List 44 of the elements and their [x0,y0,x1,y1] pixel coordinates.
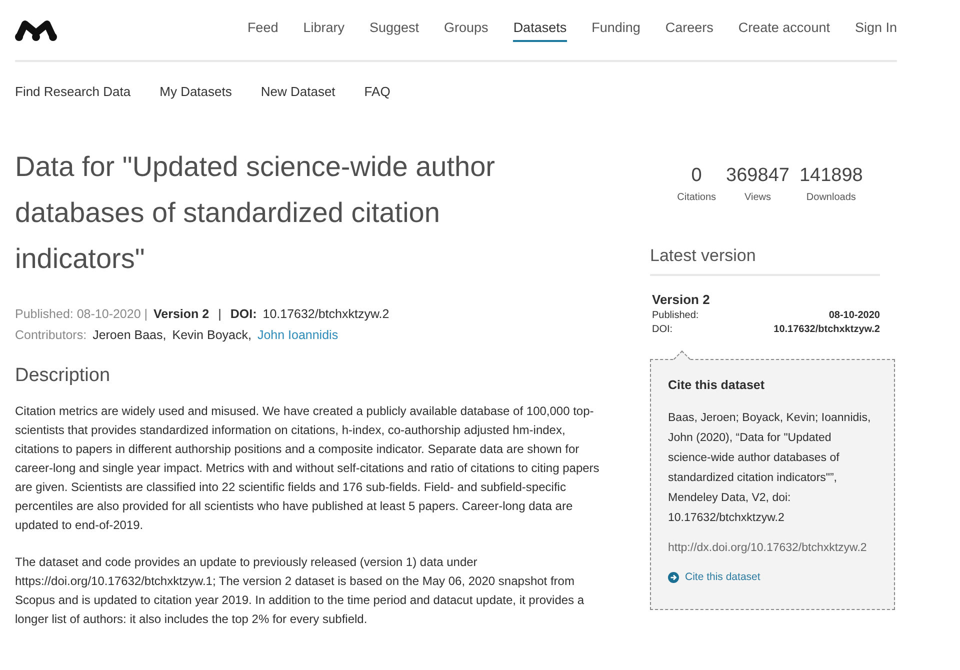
contributor-name: Kevin Boyack, [172,326,252,344]
stat-value: 0 [691,164,702,188]
nav-link[interactable]: Funding [592,18,640,42]
stat-value: 141898 [799,164,863,188]
info-value: 10.17632/btchxktzyw.2 [774,322,880,336]
info-value: 08-10-2020 [828,308,880,322]
doi-url: http://dx.doi.org/10.17632/btchxktzyw.2 [668,541,868,556]
contributor-link[interactable]: John Ioannidis [257,324,338,346]
nav-link[interactable]: Groups [444,18,488,42]
arrow-circle-icon [668,572,679,583]
stat-value: 369847 [726,164,790,188]
info-label: DOI: [652,322,673,336]
version-title: Version 2 [652,292,711,306]
nav-link[interactable]: Sign In [854,18,897,42]
nav-link[interactable]: Datasets [513,18,567,42]
contributor-name: Jeroen Baas, [92,326,166,344]
nav-link[interactable]: Careers [665,18,714,42]
subnav-link[interactable]: My Datasets [160,82,232,102]
contributors-label: Contributors: [15,326,87,344]
version-label: Version 2 [154,306,210,322]
nav-link[interactable]: Suggest [369,18,420,42]
description-paragraph: Citation metrics are widely used and misused. We have created a publicly available database of 100,000 top-scientists that provides standardized information on citations, h-index, co-authorship adjusted hm-index, citations to papers in different authorship positions and a composite indicator. Separate data are shown for career-long and single year impact. Metrics with and without self-citations and ratio of citations to citing papers are given. Scientists are classified into 22 scientific fields and 176 sub-fields. Field- and subfield-specific percentiles are also provided for all scientists who have published at least 5 papers. Career-long data are updated to end-of-2019. [15,403,600,534]
cite-link[interactable]: Cite this dataset [668,570,877,586]
separator: | [218,306,222,323]
subnav-link[interactable]: FAQ [364,82,390,102]
dataset-title: Data for "Updated science-wide author databases of standardized citation indicators" [15,150,496,276]
doi-value: 10.17632/btchxktzyw.2 [262,306,390,323]
description-heading: Description [15,364,112,388]
published-date: Published: 08-10-2020 | [15,306,148,323]
subnav-link[interactable]: Find Research Data [15,82,131,102]
latest-version-heading: Latest version [650,243,880,276]
stat-label: Views [744,191,771,205]
stat-label: Downloads [806,191,856,205]
citation-text: Baas, Jeroen; Boyack, Kevin; Ioannidis, John (2020), “Data for "Updated science-wide author databases of standardized citation indicators"”, Mendeley Data, V2, doi: 10.17632/btchxktzyw.2 [668,411,872,526]
nav-link[interactable]: Create account [738,18,830,42]
subnav-link[interactable]: New Dataset [260,82,336,102]
doi-label: DOI: [230,306,257,322]
stat-label: Citations [677,191,716,205]
cite-heading: Cite this dataset [668,376,766,394]
nav-link[interactable]: Feed [247,18,278,42]
logo-icon[interactable] [15,19,57,41]
nav-link[interactable]: Library [303,18,344,42]
info-label: Published: [652,308,699,322]
description-paragraph: The dataset and code provides an update to previously released (version 1) data under https://doi.org/10.17632/btchxktzyw.1; The version 2 dataset is based on the May 06, 2020 snapshot from Scopus and is updated to citation year 2019. In addition to the time period and datacut update, it provides a longer list of authors: it also includes the top 2% for every subfield. [15,554,586,628]
